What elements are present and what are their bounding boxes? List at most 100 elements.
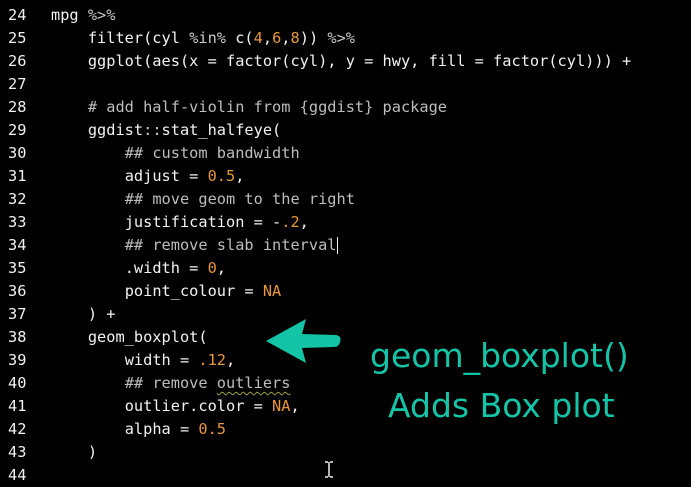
code-token: %>% [327,29,356,47]
code-token: outlier.color = [124,397,273,415]
text-cursor-icon [325,461,333,478]
code-line[interactable]: 32 ## move geom to the right [0,188,691,211]
code-token: .12 [198,351,227,369]
code-token: 8 [290,29,300,47]
line-number: 24 [8,6,27,24]
code-token: filter(cyl [87,29,190,47]
line-number: 28 [8,98,27,116]
code-text[interactable]: adjust = 0.5, [51,165,245,188]
code-line[interactable]: 37 ) + [0,303,691,326]
code-text[interactable]: geom_boxplot( [51,326,208,349]
code-token: , [299,213,309,231]
code-token: justification = - [124,213,282,231]
code-comment: ## custom bandwidth [124,144,300,162]
code-text[interactable]: ) + [51,303,116,326]
code-text[interactable]: filter(cyl %in% c(4,6,8)) %>% [51,27,355,50]
code-text[interactable]: ## move geom to the right [51,188,355,211]
code-line[interactable]: 34 ## remove slab interval [0,234,691,257]
code-text[interactable]: justification = -.2, [51,211,309,234]
code-token: NA [262,282,282,300]
code-line[interactable]: 27 [0,73,691,96]
caret [336,237,338,254]
code-text[interactable]: width = .12, [51,349,236,372]
code-token: ) [87,443,98,461]
code-text[interactable]: point_colour = NA [51,280,282,303]
code-token: ) + [87,305,116,323]
code-text[interactable]: mpg %>% [51,4,115,27]
code-comment: ## move geom to the right [124,190,355,208]
code-token: , [235,167,245,185]
code-line[interactable]: 43 ) [0,441,691,464]
code-text[interactable]: ggplot(aes(x = factor(cyl), y = hwy, fil… [51,50,631,73]
code-token: ggplot(aes(x = factor(cyl), y = hwy, fil… [87,52,632,70]
code-text[interactable]: .width = 0, [51,257,226,280]
code-token: , [262,29,273,47]
line-number: 38 [8,328,27,346]
code-token: .width = [124,259,208,277]
line-number: 33 [8,213,27,231]
code-token: alpha = [124,420,199,438]
code-comment: # add half-violin from {ggdist} package [87,98,448,116]
code-line[interactable]: 33 justification = -.2, [0,211,691,234]
code-line[interactable]: 28 # add half-violin from {ggdist} packa… [0,96,691,119]
line-number: 32 [8,190,27,208]
code-token: adjust = [124,167,208,185]
code-text[interactable]: ## remove slab interval [51,234,338,257]
code-token: NA [272,397,291,415]
line-number: 43 [8,443,27,461]
line-number: 42 [8,420,27,438]
code-text[interactable]: ## remove outliers [51,372,291,395]
code-line[interactable]: 30 ## custom bandwidth [0,142,691,165]
code-token: stat_halfeye( [161,121,282,139]
code-text[interactable]: outlier.color = NA, [51,395,300,418]
code-comment: ## remove [124,374,217,392]
code-token: .2 [281,213,300,231]
code-token: , [216,259,227,277]
code-text[interactable]: alpha = 0.5 [51,418,226,441]
code-line[interactable]: 25 filter(cyl %in% c(4,6,8)) %>% [0,27,691,50]
code-text[interactable]: ) [51,441,97,464]
line-number: 31 [8,167,27,185]
code-line[interactable]: 26 ggplot(aes(x = factor(cyl), y = hwy, … [0,50,691,73]
code-line[interactable]: 44 [0,464,691,487]
line-number: 34 [8,236,27,254]
code-line[interactable]: 35 .width = 0, [0,257,691,280]
line-number: 37 [8,305,27,323]
code-token: , [290,397,300,415]
code-line[interactable]: 31 adjust = 0.5, [0,165,691,188]
line-number: 29 [8,121,27,139]
code-line[interactable]: 29 ggdist::stat_halfeye( [0,119,691,142]
code-token: %>% [87,6,116,24]
code-token: 6 [272,29,282,47]
code-token: %in% [189,29,226,47]
code-text[interactable]: ggdist::stat_halfeye( [51,119,281,142]
code-token: , [226,351,236,369]
code-token: geom_boxplot( [87,328,208,346]
code-text[interactable]: ## custom bandwidth [51,142,300,165]
line-number: 36 [8,282,27,300]
code-line[interactable]: 24 mpg %>% [0,4,691,27]
code-token: width = [124,351,199,369]
line-number: 35 [8,259,27,277]
line-number: 30 [8,144,27,162]
code-line[interactable]: 36 point_colour = NA [0,280,691,303]
code-comment: outliers [216,374,291,392]
line-number: 41 [8,397,27,415]
code-token: 0.5 [207,167,236,185]
line-number: 39 [8,351,27,369]
code-comment: ## remove slab interval [124,236,337,254]
code-text[interactable]: # add half-violin from {ggdist} package [51,96,447,119]
